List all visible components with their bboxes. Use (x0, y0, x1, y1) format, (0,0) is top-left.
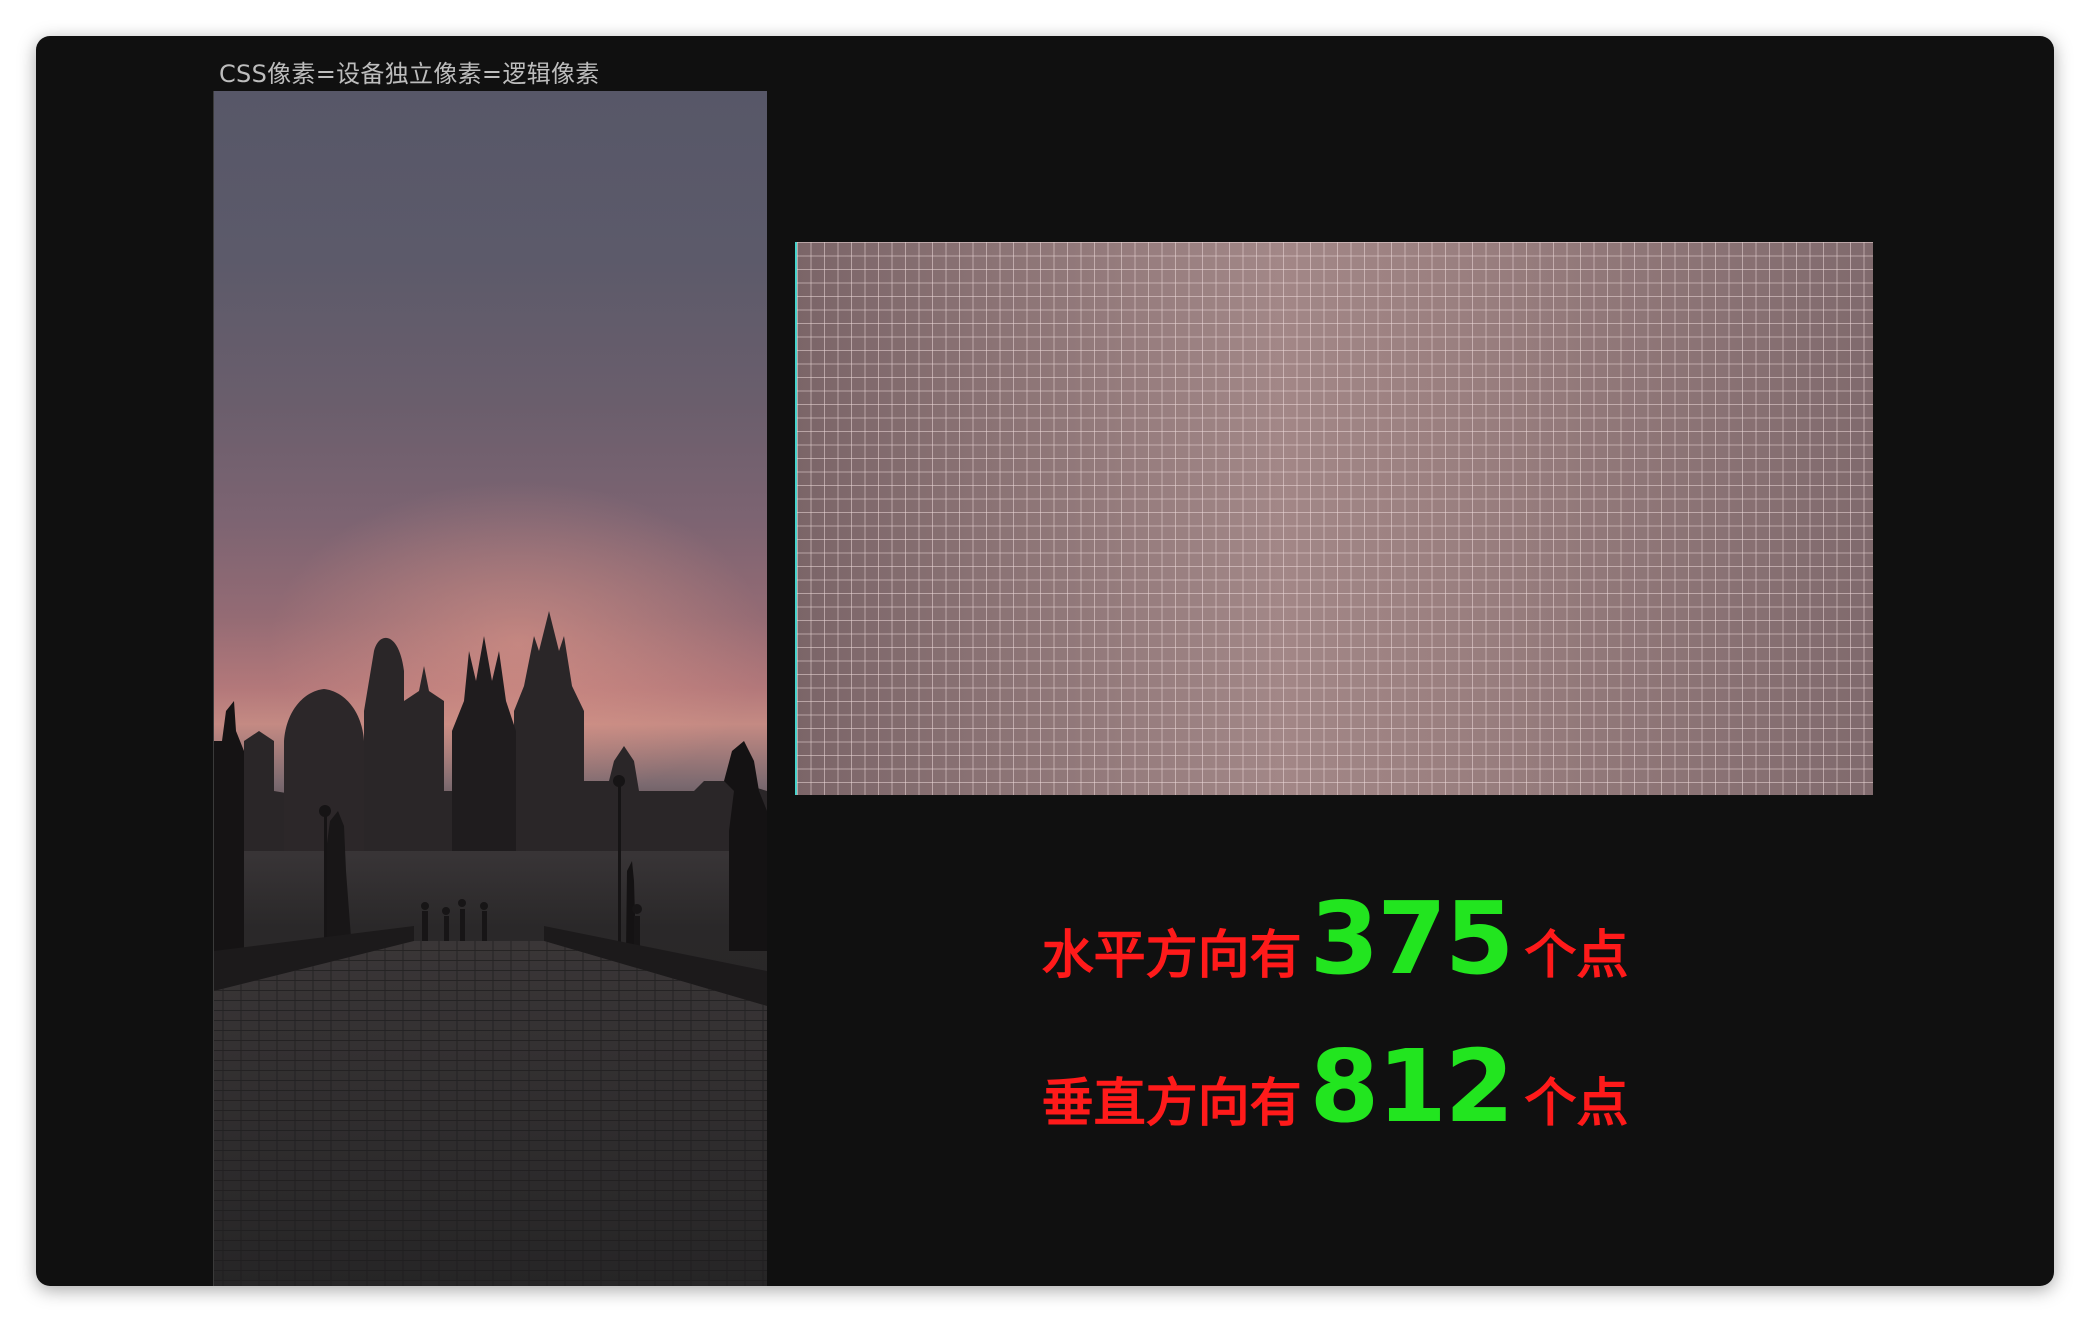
vertical-count-line: 垂直方向有812 个点 (796, 1028, 1874, 1145)
vertical-prefix: 垂直方向有 (1041, 1074, 1302, 1134)
horizontal-suffix: 个点 (1524, 926, 1629, 986)
horizontal-value: 375 (1309, 880, 1515, 997)
skyline-silhouette (214, 471, 767, 1286)
vertical-value: 812 (1309, 1028, 1515, 1145)
caption-text: CSS像素=设备独立像素=逻辑像素 (219, 60, 600, 88)
city-bridge-photo (213, 91, 767, 1286)
horizontal-count-line: 水平方向有375 个点 (796, 880, 1874, 997)
pixel-grid-panel (795, 242, 1873, 795)
vertical-suffix: 个点 (1524, 1074, 1629, 1134)
horizontal-prefix: 水平方向有 (1041, 926, 1302, 986)
dark-canvas: CSS像素=设备独立像素=逻辑像素 水平方向有375 个点 垂直方向有812 个… (36, 36, 2054, 1286)
